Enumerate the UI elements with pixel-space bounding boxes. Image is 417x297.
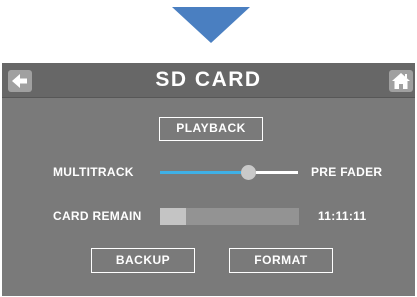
card-remain-time: 11:11:11 xyxy=(318,209,367,223)
page-title: SD CARD xyxy=(155,68,262,91)
home-button[interactable] xyxy=(389,70,413,92)
card-remain-label: CARD REMAIN xyxy=(53,209,142,223)
card-remain-meter xyxy=(160,208,299,225)
title-bar: SD CARD xyxy=(2,63,415,98)
backup-button[interactable]: BACKUP xyxy=(91,248,195,273)
home-icon xyxy=(392,73,410,89)
slider-knob[interactable] xyxy=(240,165,256,180)
multitrack-label: MULTITRACK xyxy=(53,165,134,179)
down-arrow-icon xyxy=(172,7,250,43)
playback-button[interactable]: PLAYBACK xyxy=(159,117,263,141)
slider-track-rest xyxy=(255,171,298,174)
sd-card-screen: SD CARD PLAYBACK MULTITRACK PRE FADER CA… xyxy=(2,63,415,296)
card-remain-meter-fill xyxy=(160,208,187,225)
format-button[interactable]: FORMAT xyxy=(229,248,333,273)
pre-fader-label: PRE FADER xyxy=(311,165,383,179)
slider-track-fill xyxy=(160,171,241,174)
rec-point-slider[interactable] xyxy=(160,164,298,182)
